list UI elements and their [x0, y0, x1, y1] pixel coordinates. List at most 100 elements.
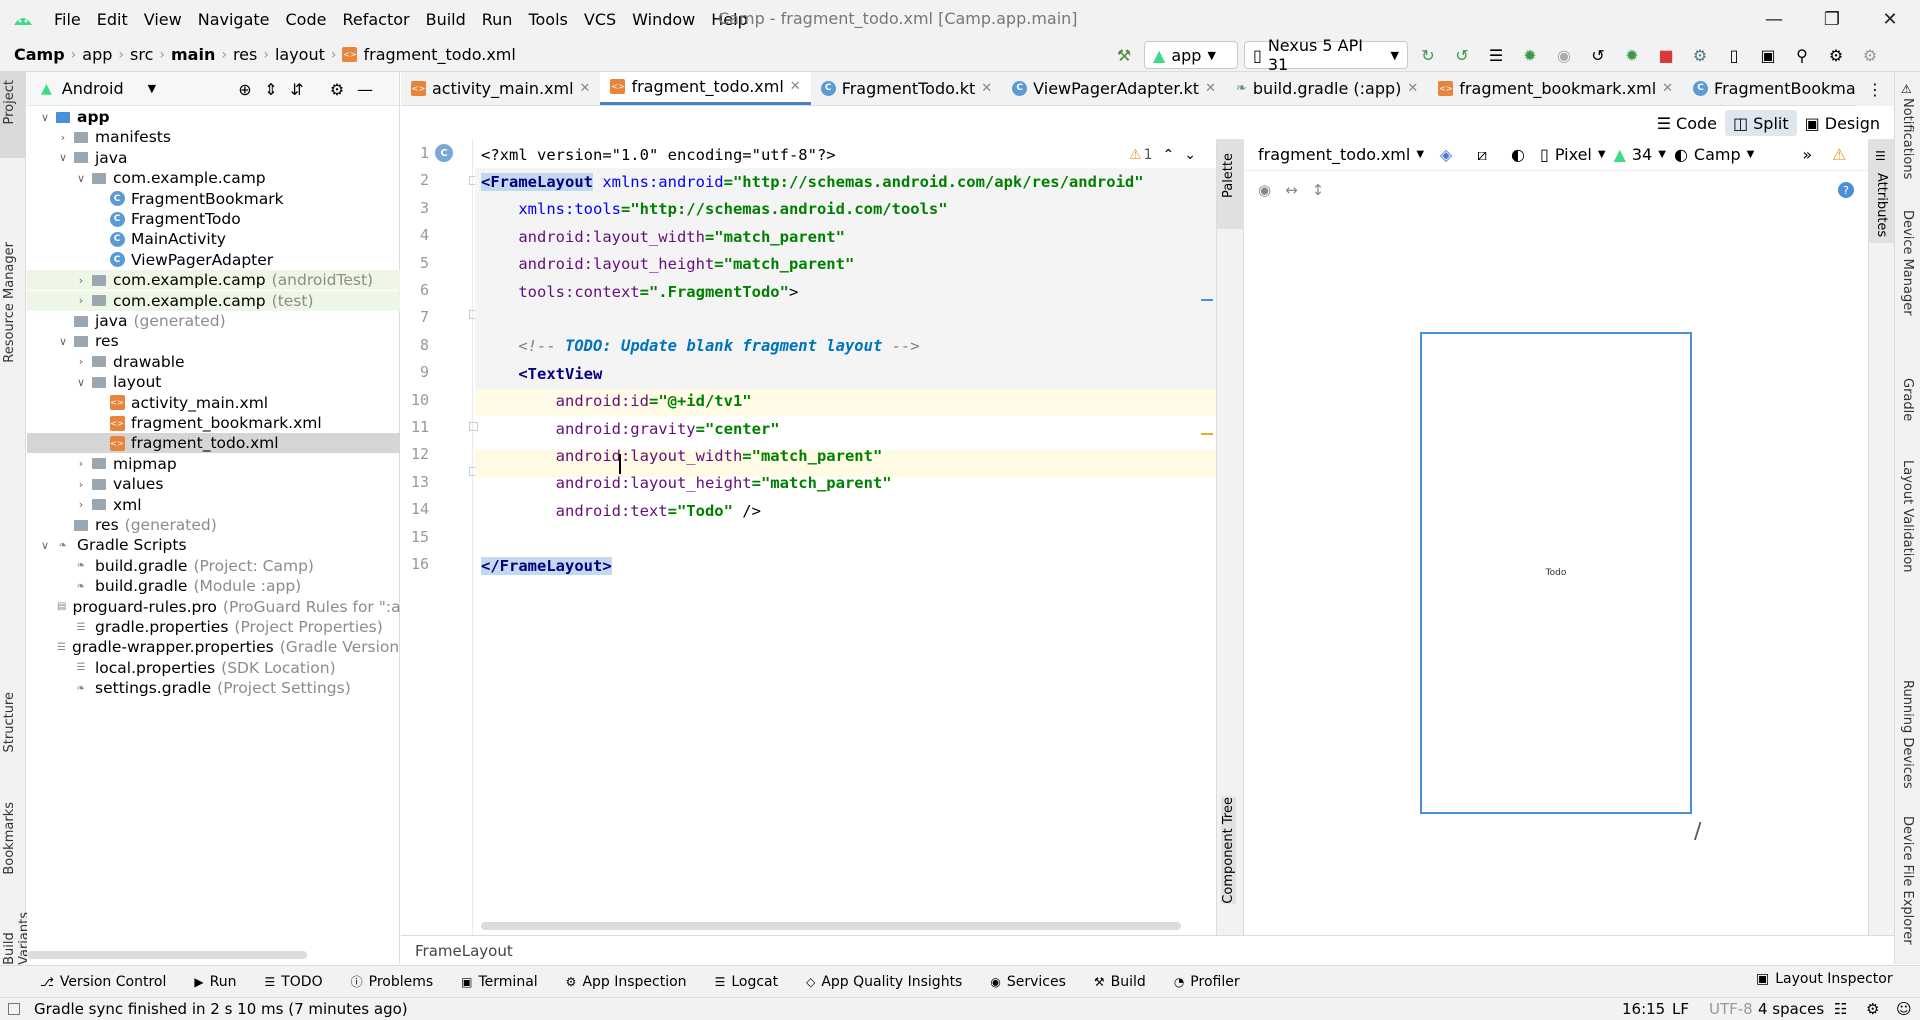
chevron-down-icon[interactable]: ∨: [73, 172, 89, 185]
bookmarks-tool-tab[interactable]: Bookmarks: [2, 802, 17, 875]
tool-app-quality-insights[interactable]: ◇ App Quality Insights: [806, 974, 962, 990]
more-tabs-icon[interactable]: ⋮: [1856, 72, 1894, 106]
tree-row[interactable]: ❧ build.gradle (Module :app): [27, 576, 400, 596]
expand-all-icon[interactable]: ⇕: [257, 75, 285, 103]
tree-row[interactable]: ∨ layout: [27, 372, 400, 392]
tree-row[interactable]: ▤ proguard-rules.pro (ProGuard Rules for "…: [27, 597, 400, 617]
tree-row[interactable]: ∨ ❧ Gradle Scripts: [27, 535, 400, 555]
search-icon[interactable]: ⚲: [1788, 41, 1816, 69]
orientation-icon[interactable]: ⧄: [1468, 141, 1496, 169]
sync-gradle-icon[interactable]: ⚙: [1686, 41, 1714, 69]
tree-row[interactable]: java (generated): [27, 311, 400, 331]
close-tab-icon[interactable]: ✕: [790, 79, 801, 94]
sdk-manager-icon[interactable]: ▣: [1754, 41, 1782, 69]
stop-icon[interactable]: ■: [1652, 41, 1680, 69]
hammer-build-icon[interactable]: ⚒: [1110, 41, 1138, 69]
fold-marker-textview-end[interactable]: [469, 422, 478, 431]
menu-window[interactable]: Window: [624, 10, 703, 29]
breadcrumb-item[interactable]: main: [171, 45, 215, 64]
palette-label[interactable]: Palette: [1221, 153, 1236, 198]
device-manager-icon[interactable]: ▯: [1720, 41, 1748, 69]
rerun-icon[interactable]: ↻: [1414, 41, 1442, 69]
chevron-down-icon[interactable]: ∨: [73, 376, 89, 389]
warning-icon[interactable]: ⚠: [1129, 147, 1142, 163]
tree-row[interactable]: C ViewPagerAdapter: [27, 250, 400, 270]
gradle-tool-tab[interactable]: Gradle: [1900, 378, 1915, 421]
status-message[interactable]: Gradle sync finished in 2 s 10 ms (7 min…: [34, 1000, 408, 1018]
code-view-button[interactable]: ☰ Code: [1649, 110, 1725, 136]
resource-manager-tool-tab[interactable]: Resource Manager: [2, 242, 17, 363]
resize-handle-icon[interactable]: ∕: [1694, 819, 1701, 844]
more-options-icon[interactable]: »: [1802, 145, 1812, 164]
menu-file[interactable]: File: [46, 10, 89, 29]
tree-row[interactable]: ☰ gradle-wrapper.properties (Gradle Versio…: [27, 637, 400, 657]
editor-tab[interactable]: C FragmentTodo.kt ✕: [811, 72, 1002, 105]
tool-build[interactable]: ⚒ Build: [1094, 974, 1146, 990]
device-file-explorer-tool-tab[interactable]: Device File Explorer: [1900, 816, 1915, 945]
attach-debugger-icon[interactable]: ◉: [1550, 41, 1578, 69]
tree-row[interactable]: C FragmentBookmark: [27, 189, 400, 209]
editor-tab[interactable]: C ViewPagerAdapter.kt ✕: [1002, 72, 1226, 105]
tree-row[interactable]: ∨ com.example.camp: [27, 168, 400, 188]
close-window-button[interactable]: ✕: [1862, 0, 1918, 38]
editor-tab[interactable]: <> activity_main.xml ✕: [401, 72, 600, 105]
breadcrumb-item[interactable]: res: [233, 45, 257, 64]
caret-position[interactable]: 16:15: [1622, 1000, 1665, 1018]
tree-row[interactable]: › com.example.camp (test): [27, 290, 400, 311]
theme-selector[interactable]: ◐ Camp ▼: [1674, 145, 1754, 164]
breadcrumb-item[interactable]: layout: [275, 45, 325, 64]
chevron-down-icon[interactable]: ∨: [55, 151, 71, 164]
line-separator[interactable]: LF: [1672, 1000, 1689, 1018]
layers-icon[interactable]: ◈: [1432, 141, 1460, 169]
tree-row[interactable]: › com.example.camp (androidTest): [27, 270, 400, 291]
hide-panel-icon[interactable]: —: [351, 75, 379, 103]
project-tool-tab[interactable]: Project: [2, 80, 17, 124]
menu-navigate[interactable]: Navigate: [190, 10, 278, 29]
layout-inspector-button[interactable]: ▣ Layout Inspector: [1756, 971, 1893, 987]
next-highlight-icon[interactable]: ⌄: [1184, 147, 1196, 163]
debug-app-icon[interactable]: ✹: [1618, 41, 1646, 69]
breadcrumb-item[interactable]: Camp: [14, 45, 65, 64]
tree-row[interactable]: › mipmap: [27, 454, 400, 474]
menu-run[interactable]: Run: [474, 10, 521, 29]
run-config-selector[interactable]: ▲ app ▼: [1144, 41, 1238, 69]
close-tab-icon[interactable]: ✕: [981, 81, 992, 96]
chevron-down-icon[interactable]: ∨: [37, 111, 53, 124]
minimize-button[interactable]: —: [1746, 0, 1802, 38]
running-devices-tool-tab[interactable]: Running Devices: [1900, 680, 1915, 789]
tree-row[interactable]: ☰ local.properties (SDK Location): [27, 658, 400, 678]
tool-run[interactable]: ▶ Run: [194, 974, 236, 990]
tree-row[interactable]: <> activity_main.xml: [27, 393, 400, 413]
editor-tab[interactable]: <> fragment_todo.xml ✕: [600, 72, 811, 105]
file-encoding[interactable]: UTF-8: [1709, 1000, 1753, 1018]
lock-icon[interactable]: ☷: [1834, 1000, 1847, 1018]
notifications-tool-tab[interactable]: Notifications: [1900, 98, 1915, 179]
tool-profiler[interactable]: ◔ Profiler: [1174, 974, 1240, 990]
breadcrumb-item[interactable]: fragment_todo.xml: [363, 45, 515, 64]
chevron-right-icon[interactable]: ›: [73, 498, 89, 511]
chevron-right-icon[interactable]: ›: [73, 355, 89, 368]
design-view-button[interactable]: ▣ Design: [1797, 110, 1888, 136]
close-tab-icon[interactable]: ✕: [1662, 81, 1673, 96]
chevron-right-icon[interactable]: ›: [55, 131, 71, 144]
warning-icon[interactable]: ⚠: [1832, 145, 1846, 164]
breadcrumb-framelayout[interactable]: FrameLayout: [415, 942, 513, 960]
device-preview-selector[interactable]: ▯ Pixel ▼: [1540, 145, 1606, 164]
tree-row[interactable]: ❧ build.gradle (Project: Camp): [27, 556, 400, 576]
menu-refactor[interactable]: Refactor: [334, 10, 417, 29]
editor-tab[interactable]: <> fragment_bookmark.xml ✕: [1428, 72, 1683, 105]
design-file-selector[interactable]: fragment_todo.xml ▼: [1258, 145, 1424, 164]
tree-row[interactable]: C FragmentTodo: [27, 209, 400, 229]
structure-tool-tab[interactable]: Structure: [2, 692, 17, 752]
tree-row[interactable]: ∨ java: [27, 148, 400, 168]
api-level-selector[interactable]: ▲ 34 ▼: [1614, 145, 1666, 164]
device-manager-tool-tab[interactable]: Device Manager: [1900, 210, 1915, 316]
tree-row[interactable]: C MainActivity: [27, 229, 400, 249]
night-mode-icon[interactable]: ◐: [1504, 141, 1532, 169]
previous-highlight-icon[interactable]: ⌃: [1162, 147, 1174, 163]
chevron-down-icon[interactable]: ▼: [148, 82, 156, 95]
close-tab-icon[interactable]: ✕: [580, 81, 591, 96]
chevron-right-icon[interactable]: ›: [73, 457, 89, 470]
eye-visibility-icon[interactable]: ◉: [1258, 181, 1271, 199]
menu-code[interactable]: Code: [278, 10, 335, 29]
